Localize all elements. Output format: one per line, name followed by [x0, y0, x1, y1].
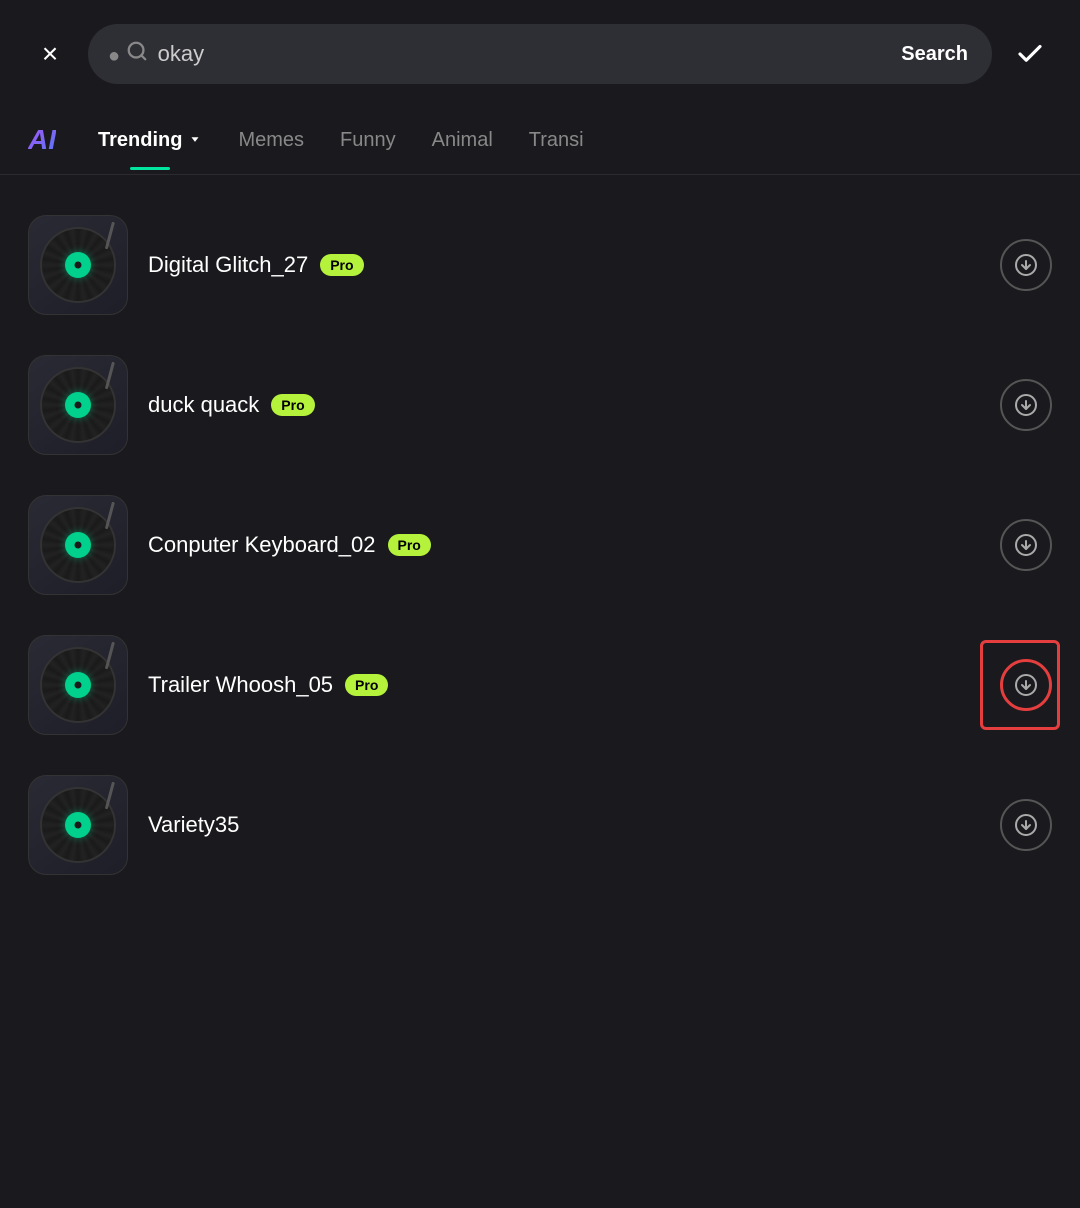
sound-name: duck quack	[148, 392, 259, 418]
header: × ● Search	[0, 0, 1080, 108]
pro-badge: Pro	[320, 254, 363, 276]
sound-name: Digital Glitch_27	[148, 252, 308, 278]
list-item[interactable]: Digital Glitch_27 Pro	[0, 195, 1080, 335]
sound-info: Digital Glitch_27 Pro	[148, 252, 980, 278]
tab-ai[interactable]: AI	[28, 124, 56, 174]
download-button[interactable]	[1000, 799, 1052, 851]
download-button[interactable]	[1000, 659, 1052, 711]
pro-badge: Pro	[388, 534, 431, 556]
tab-memes[interactable]: Memes	[220, 129, 322, 170]
search-button[interactable]: Search	[897, 43, 972, 66]
category-tabs: AI Trending Memes Funny Animal Transi	[0, 108, 1080, 175]
sound-name: Conputer Keyboard_02	[148, 532, 376, 558]
pro-badge: Pro	[345, 674, 388, 696]
download-button[interactable]	[1000, 239, 1052, 291]
search-bar: ● Search	[88, 24, 992, 84]
confirm-button[interactable]	[1008, 32, 1052, 76]
sound-info: Conputer Keyboard_02 Pro	[148, 532, 980, 558]
sound-info: duck quack Pro	[148, 392, 980, 418]
pro-badge: Pro	[271, 394, 314, 416]
tab-animal[interactable]: Animal	[414, 129, 511, 170]
sound-info: Variety35	[148, 812, 980, 838]
sound-info: Trailer Whoosh_05 Pro	[148, 672, 980, 698]
tab-trending[interactable]: Trending	[80, 129, 220, 170]
vinyl-thumbnail	[28, 775, 128, 875]
download-button[interactable]	[1000, 379, 1052, 431]
list-item[interactable]: duck quack Pro	[0, 335, 1080, 475]
vinyl-thumbnail	[28, 635, 128, 735]
chevron-down-icon	[188, 132, 202, 149]
vinyl-thumbnail	[28, 215, 128, 315]
list-item[interactable]: Trailer Whoosh_05 Pro	[0, 615, 1080, 755]
list-item[interactable]: Variety35	[0, 755, 1080, 895]
vinyl-thumbnail	[28, 495, 128, 595]
download-button[interactable]	[1000, 519, 1052, 571]
sound-name: Variety35	[148, 812, 239, 838]
search-icon: ●	[108, 40, 148, 68]
tab-transi[interactable]: Transi	[511, 129, 602, 170]
search-input[interactable]	[158, 41, 888, 67]
close-button[interactable]: ×	[28, 32, 72, 76]
vinyl-thumbnail	[28, 355, 128, 455]
tab-funny[interactable]: Funny	[322, 129, 414, 170]
sound-name: Trailer Whoosh_05	[148, 672, 333, 698]
list-item[interactable]: Conputer Keyboard_02 Pro	[0, 475, 1080, 615]
sound-list: Digital Glitch_27 Pro duck quack Pro	[0, 175, 1080, 915]
